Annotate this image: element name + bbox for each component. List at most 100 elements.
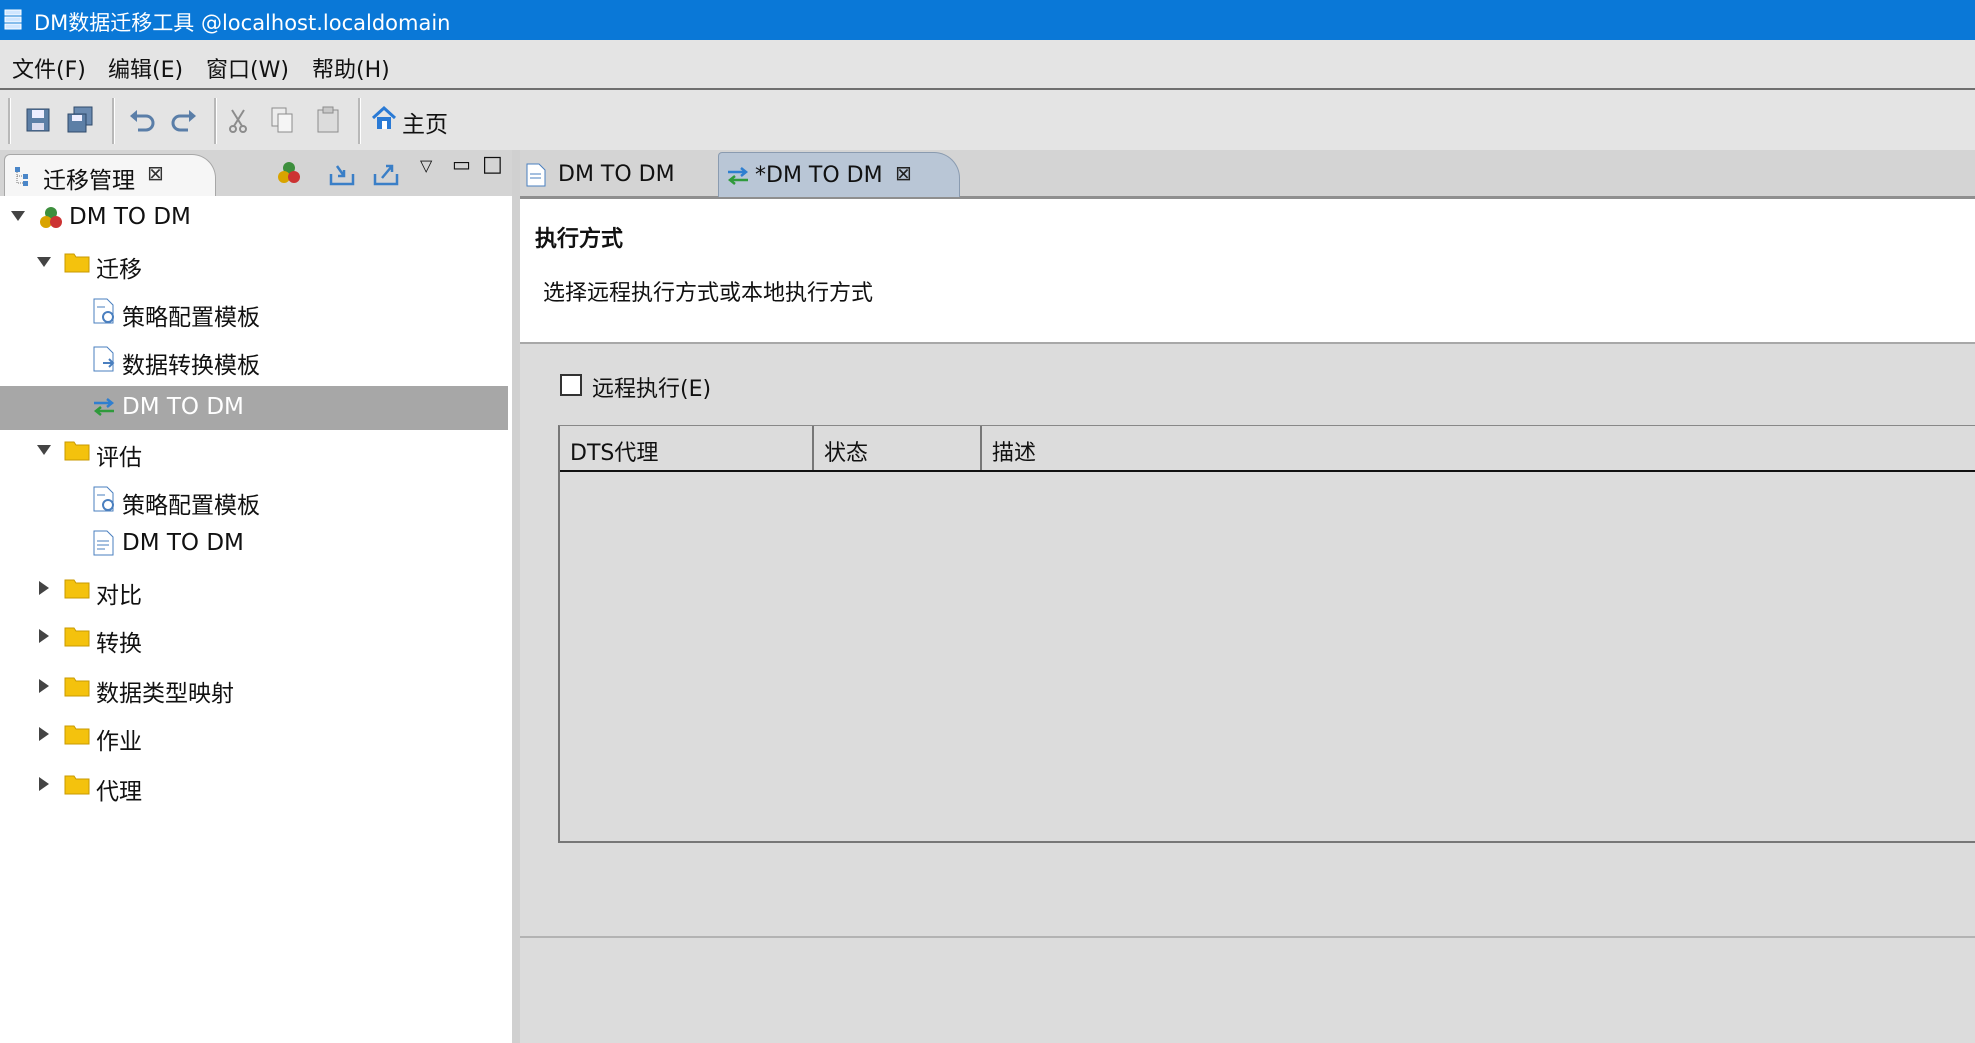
remote-exec-label[interactable]: 远程执行(E) bbox=[592, 371, 711, 403]
agent-table[interactable]: DTS代理 状态 描述 bbox=[558, 425, 1975, 843]
tree-item-label: DM TO DM bbox=[122, 530, 244, 556]
tree-item-strategy-template[interactable]: 策略配置模板 bbox=[0, 478, 508, 522]
save-all-icon[interactable] bbox=[64, 104, 96, 136]
header-divider bbox=[560, 470, 1975, 472]
collapse-icon[interactable] bbox=[39, 679, 49, 693]
tree-item-label: 数据类型映射 bbox=[96, 681, 234, 707]
column-header-label: 描述 bbox=[992, 441, 1037, 466]
tree-item-project[interactable]: DM TO DM bbox=[0, 196, 508, 240]
home-label: 主页 bbox=[402, 112, 448, 138]
expand-icon[interactable] bbox=[37, 445, 51, 455]
remote-exec-checkbox[interactable] bbox=[560, 374, 582, 396]
project-icon bbox=[40, 207, 62, 228]
column-header-dts-agent[interactable]: DTS代理 bbox=[560, 426, 814, 470]
export-icon[interactable] bbox=[372, 160, 400, 188]
folder-open-icon bbox=[64, 441, 90, 461]
tree-item-label: 策略配置模板 bbox=[122, 493, 260, 519]
tree-item-label: DM TO DM bbox=[69, 204, 191, 230]
migrate-icon bbox=[727, 167, 749, 185]
tab-migration-management[interactable]: 迁移管理 ⊠ bbox=[4, 154, 216, 197]
editor-header: 执行方式 选择远程执行方式或本地执行方式 bbox=[520, 199, 1975, 344]
tree-item-label: 策略配置模板 bbox=[122, 305, 260, 331]
view-sash[interactable] bbox=[512, 150, 520, 1043]
tree-item-strategy-template[interactable]: 策略配置模板 bbox=[0, 290, 508, 334]
folder-icon bbox=[64, 579, 90, 599]
tree-item-folder-jobs[interactable]: 作业 bbox=[0, 714, 508, 758]
menu-file[interactable]: 文件(F) bbox=[12, 52, 86, 84]
folder-icon bbox=[64, 775, 90, 795]
transform-file-icon bbox=[93, 346, 115, 372]
migrate-icon bbox=[93, 398, 115, 416]
project-icon[interactable] bbox=[276, 160, 302, 186]
expand-icon[interactable] bbox=[11, 211, 25, 221]
doc-icon bbox=[93, 530, 114, 556]
home-icon bbox=[371, 105, 397, 129]
section-description: 选择远程执行方式或本地执行方式 bbox=[543, 281, 874, 306]
close-icon[interactable]: ⊠ bbox=[147, 161, 164, 185]
redo-icon[interactable] bbox=[168, 104, 200, 136]
collapse-icon[interactable] bbox=[39, 629, 49, 643]
tree-item-folder-migration[interactable]: 迁移 bbox=[0, 242, 508, 286]
menu-help[interactable]: 帮助(H) bbox=[312, 52, 390, 84]
expand-icon[interactable] bbox=[37, 257, 51, 267]
paste-icon[interactable] bbox=[312, 104, 344, 136]
folder-icon bbox=[64, 627, 90, 647]
tree-item-folder-type-mapping[interactable]: 数据类型映射 bbox=[0, 666, 508, 710]
minimize-icon[interactable]: ▭ bbox=[452, 152, 471, 176]
tree-item-label: 代理 bbox=[96, 779, 142, 805]
collapse-icon[interactable] bbox=[39, 777, 49, 791]
editor-footer-area bbox=[520, 938, 1975, 1043]
tree-item-label: 转换 bbox=[96, 631, 142, 657]
column-header-status[interactable]: 状态 bbox=[814, 426, 982, 470]
left-view-tabbar: 迁移管理 ⊠ ▽ ▭ □ bbox=[0, 150, 512, 197]
tab-label: 迁移管理 bbox=[43, 168, 135, 194]
tree-item-dm-to-dm-assessment[interactable]: DM TO DM bbox=[0, 522, 508, 566]
close-icon[interactable]: ⊠ bbox=[895, 161, 912, 185]
home-button[interactable]: 主页 bbox=[370, 102, 470, 138]
column-header-label: 状态 bbox=[824, 441, 869, 466]
tree-item-label: 作业 bbox=[96, 729, 142, 755]
tree-item-folder-assessment[interactable]: 评估 bbox=[0, 430, 508, 474]
import-icon[interactable] bbox=[328, 160, 356, 188]
tree-item-dm-to-dm-migration[interactable]: DM TO DM bbox=[0, 386, 508, 430]
folder-icon bbox=[64, 677, 90, 697]
view-menu-icon[interactable]: ▽ bbox=[420, 156, 432, 175]
tree-item-label: DM TO DM bbox=[122, 394, 244, 420]
maximize-icon[interactable]: □ bbox=[482, 152, 503, 177]
doc-icon bbox=[526, 163, 546, 187]
menu-window[interactable]: 窗口(W) bbox=[206, 52, 289, 84]
menu-edit[interactable]: 编辑(E) bbox=[108, 52, 183, 84]
tab-label: *DM TO DM bbox=[755, 163, 883, 188]
save-icon[interactable] bbox=[22, 104, 54, 136]
folder-icon bbox=[64, 725, 90, 745]
window-title: DM数据迁移工具 @localhost.localdomain bbox=[34, 11, 451, 35]
editor-tabbar: DM TO DM *DM TO DM ⊠ bbox=[520, 150, 1975, 199]
gear-file-icon bbox=[93, 486, 114, 512]
tab-dm-to-dm[interactable]: DM TO DM bbox=[520, 152, 714, 196]
gear-file-icon bbox=[93, 298, 114, 324]
toolbar: 主页 bbox=[0, 90, 1975, 150]
copy-icon[interactable] bbox=[266, 104, 298, 136]
menu-bar: 文件(F) 编辑(E) 窗口(W) 帮助(H) bbox=[0, 40, 1975, 90]
title-bar: DM数据迁移工具 @localhost.localdomain bbox=[0, 0, 1975, 40]
tree-item-label: 数据转换模板 bbox=[122, 353, 260, 379]
cut-icon[interactable] bbox=[222, 104, 254, 136]
toolbar-separator bbox=[112, 98, 115, 144]
tree-item-folder-compare[interactable]: 对比 bbox=[0, 568, 508, 612]
tree-item-label: 评估 bbox=[96, 445, 142, 471]
collapse-icon[interactable] bbox=[39, 727, 49, 741]
column-header-description[interactable]: 描述 bbox=[982, 426, 1975, 470]
collapse-icon[interactable] bbox=[39, 581, 49, 595]
tree-item-label: 迁移 bbox=[96, 257, 142, 283]
folder-open-icon bbox=[64, 253, 90, 273]
app-icon bbox=[4, 9, 22, 30]
tree-item-label: 对比 bbox=[96, 583, 142, 609]
undo-icon[interactable] bbox=[126, 104, 158, 136]
tab-dm-to-dm-active[interactable]: *DM TO DM ⊠ bbox=[718, 152, 960, 197]
toolbar-separator bbox=[358, 98, 361, 144]
toolbar-separator bbox=[8, 98, 11, 144]
tree-item-folder-convert[interactable]: 转换 bbox=[0, 616, 508, 660]
tree-item-folder-agents[interactable]: 代理 bbox=[0, 764, 508, 808]
section-title: 执行方式 bbox=[535, 227, 624, 252]
tree-item-transform-template[interactable]: 数据转换模板 bbox=[0, 338, 508, 382]
